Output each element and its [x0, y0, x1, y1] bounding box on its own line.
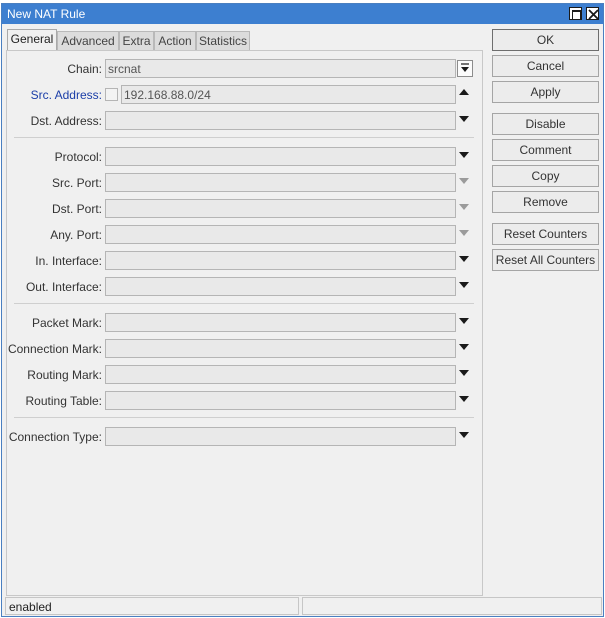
reset-counters-button[interactable]: Reset Counters [492, 223, 599, 245]
routing-mark-label: Routing Mark: [27, 368, 102, 382]
copy-button[interactable]: Copy [492, 165, 599, 187]
connection-type-input[interactable] [105, 427, 456, 446]
close-icon[interactable] [586, 7, 599, 20]
src-port-label: Src. Port: [51, 176, 102, 190]
connection-type-label: Connection Type: [8, 430, 102, 444]
status-right [302, 597, 602, 615]
any-port-input[interactable] [105, 225, 456, 244]
window-title: New NAT Rule [7, 7, 86, 21]
separator [14, 417, 474, 418]
connection-type-dropdown-icon[interactable] [459, 432, 469, 438]
dst-address-dropdown-icon[interactable] [459, 116, 469, 122]
separator [14, 303, 474, 304]
general-tab-panel: Chain: srcnat Src. Address: 192.168.88.0… [6, 50, 483, 596]
status-bar: enabled [5, 597, 602, 615]
dst-port-label: Dst. Port: [51, 202, 102, 216]
protocol-label: Protocol: [54, 150, 102, 164]
protocol-dropdown-icon[interactable] [459, 152, 469, 158]
remove-button[interactable]: Remove [492, 191, 599, 213]
chain-label: Chain: [67, 62, 102, 76]
tab-statistics[interactable]: Statistics [196, 31, 250, 50]
dst-port-input[interactable] [105, 199, 456, 218]
dst-address-label: Dst. Address: [30, 114, 102, 128]
packet-mark-dropdown-icon[interactable] [459, 318, 469, 324]
apply-button[interactable]: Apply [492, 81, 599, 103]
tab-action[interactable]: Action [154, 31, 196, 50]
protocol-row: Protocol: [7, 147, 482, 167]
status-enabled: enabled [5, 597, 299, 615]
in-interface-input[interactable] [105, 251, 456, 270]
chain-row: Chain: srcnat [7, 59, 482, 79]
src-port-row: Src. Port: [7, 173, 482, 193]
any-port-label: Any. Port: [50, 228, 102, 242]
out-interface-row: Out. Interface: [7, 277, 482, 297]
src-port-dropdown-icon[interactable] [459, 178, 469, 184]
maximize-icon[interactable] [569, 7, 582, 20]
routing-mark-input[interactable] [105, 365, 456, 384]
connection-mark-label: Connection Mark: [7, 342, 102, 356]
any-port-dropdown-icon[interactable] [459, 230, 469, 236]
src-address-row: Src. Address: 192.168.88.0/24 [7, 85, 482, 105]
disable-button[interactable]: Disable [492, 113, 599, 135]
dst-address-input[interactable] [105, 111, 456, 130]
reset-all-counters-button[interactable]: Reset All Counters [492, 249, 599, 271]
protocol-input[interactable] [105, 147, 456, 166]
connection-mark-row: Connection Mark: [7, 339, 482, 359]
in-interface-dropdown-icon[interactable] [459, 256, 469, 262]
nat-rule-window: New NAT Rule General Advanced Extra Acti… [1, 3, 604, 617]
routing-mark-row: Routing Mark: [7, 365, 482, 385]
routing-table-dropdown-icon[interactable] [459, 396, 469, 402]
src-port-input[interactable] [105, 173, 456, 192]
tab-general[interactable]: General [7, 29, 57, 50]
routing-table-input[interactable] [105, 391, 456, 410]
packet-mark-label: Packet Mark: [31, 316, 102, 330]
separator [14, 137, 474, 138]
cancel-button[interactable]: Cancel [492, 55, 599, 77]
connection-mark-input[interactable] [105, 339, 456, 358]
in-interface-label: In. Interface: [35, 254, 102, 268]
out-interface-dropdown-icon[interactable] [459, 282, 469, 288]
src-address-negate-checkbox[interactable] [105, 88, 118, 101]
chain-dropdown-icon[interactable] [457, 60, 473, 77]
tab-extra[interactable]: Extra [119, 31, 154, 50]
out-interface-label: Out. Interface: [25, 280, 102, 294]
src-address-input[interactable]: 192.168.88.0/24 [121, 85, 456, 104]
any-port-row: Any. Port: [7, 225, 482, 245]
dst-port-dropdown-icon[interactable] [459, 204, 469, 210]
dst-port-row: Dst. Port: [7, 199, 482, 219]
dst-address-row: Dst. Address: [7, 111, 482, 131]
connection-type-row: Connection Type: [7, 427, 482, 447]
routing-table-row: Routing Table: [7, 391, 482, 411]
tab-advanced[interactable]: Advanced [57, 31, 119, 50]
title-bar[interactable]: New NAT Rule [2, 4, 603, 24]
in-interface-row: In. Interface: [7, 251, 482, 271]
out-interface-input[interactable] [105, 277, 456, 296]
ok-button[interactable]: OK [492, 29, 599, 51]
connection-mark-dropdown-icon[interactable] [459, 344, 469, 350]
src-address-collapse-icon[interactable] [459, 89, 469, 95]
chain-select[interactable]: srcnat [105, 59, 456, 78]
src-address-label: Src. Address: [30, 88, 102, 102]
comment-button[interactable]: Comment [492, 139, 599, 161]
packet-mark-row: Packet Mark: [7, 313, 482, 333]
routing-table-label: Routing Table: [25, 394, 103, 408]
packet-mark-input[interactable] [105, 313, 456, 332]
routing-mark-dropdown-icon[interactable] [459, 370, 469, 376]
